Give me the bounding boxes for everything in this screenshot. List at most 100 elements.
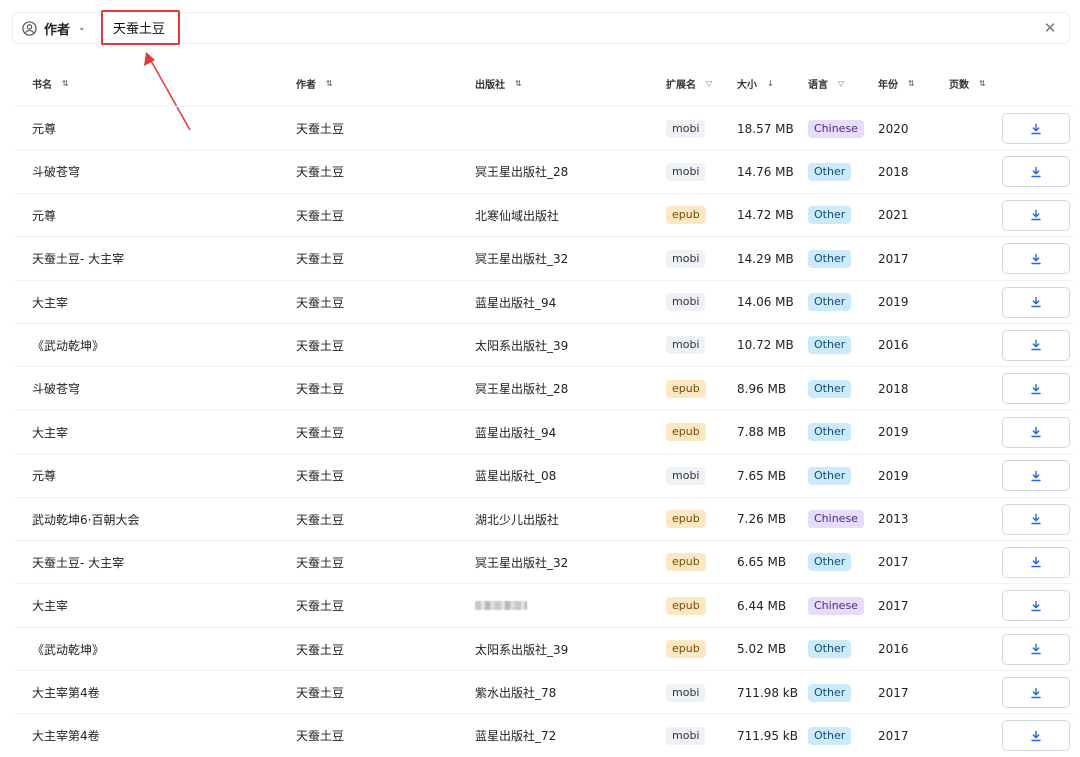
download-button[interactable] (1002, 113, 1070, 144)
column-header-label: 页数 (949, 80, 969, 91)
cell-author: 天蚕土豆 (296, 324, 344, 367)
cell-author: 天蚕土豆 (296, 584, 344, 627)
download-button[interactable] (1002, 156, 1070, 188)
cell-publisher: 蓝星出版社_72 (475, 714, 556, 757)
download-button[interactable] (1002, 199, 1070, 231)
search-input[interactable] (101, 10, 180, 45)
table-row[interactable]: 大主宰 天蚕土豆 蓝星出版社_94 epub 7.88 MB Other 2019 (14, 409, 1074, 454)
cell-year: 2019 (878, 454, 909, 497)
sort-icon[interactable]: ⇅ (979, 79, 986, 88)
cell-text: 天蚕土豆 (296, 382, 345, 397)
download-button[interactable] (1002, 720, 1070, 752)
cell-size: 14.76 MB (737, 150, 794, 193)
extension-badge: epub (666, 553, 706, 572)
table-row[interactable]: 元尊 天蚕土豆 北寒仙域出版社 epub 14.72 MB Other 2021 (14, 192, 1074, 237)
user-circle-icon (22, 20, 37, 36)
table-row[interactable]: 《武动乾坤》 天蚕土豆 太阳系出版社_39 mobi 10.72 MB Other 2016 (14, 322, 1074, 367)
close-icon[interactable]: ✕ (1041, 19, 1059, 37)
cell-author: 天蚕土豆 (296, 671, 344, 714)
sort-icon[interactable]: ⇅ (62, 79, 69, 88)
table-row[interactable]: 斗破苍穹 天蚕土豆 冥王星出版社_28 epub 8.96 MB Other 2018 (14, 366, 1074, 409)
table-row[interactable]: 天蚕土豆- 大主宰 天蚕土豆 冥王星出版社_32 epub 6.65 MB Other 20… (14, 539, 1074, 584)
column-header-label: 作者 (296, 80, 316, 91)
cell-text: 天蚕土豆 (296, 599, 345, 614)
column-header-author[interactable]: 作者 ⇅ (296, 76, 333, 91)
extension-badge: mobi (666, 119, 706, 138)
column-header-label: 出版社 (475, 80, 505, 91)
language-badge: Other (808, 249, 852, 268)
table-row[interactable]: 斗破苍穹 天蚕土豆 冥王星出版社_28 mobi 14.76 MB Other 2018 (14, 149, 1074, 192)
cell-publisher: 北寒仙域出版社 (475, 194, 559, 237)
sort-icon[interactable]: ⇅ (326, 79, 333, 88)
cell-lang: Other (808, 541, 852, 584)
table-row[interactable]: 大主宰第4卷 天蚕土豆 蓝星出版社_72 mobi 711.95 kB Other 2017 (14, 713, 1074, 756)
sort-icon[interactable]: ⇅ (515, 79, 522, 88)
cell-author: 天蚕土豆 (296, 150, 344, 193)
table-row[interactable]: 《武动乾坤》 天蚕土豆 太阳系出版社_39 epub 5.02 MB Other 2016 (14, 626, 1074, 670)
download-button[interactable] (1002, 546, 1070, 578)
table-row[interactable]: 天蚕土豆- 大主宰 天蚕土豆 冥王星出版社_32 mobi 14.29 MB Other 2… (14, 236, 1074, 279)
table-body: 元尊 天蚕土豆 mobi 18.57 MB Chinese 2020 斗破苍穹 天蚕土豆 冥王星… (14, 106, 1074, 757)
table-row[interactable]: 元尊 天蚕土豆 蓝星出版社_08 mobi 7.65 MB Other 2019 (14, 453, 1074, 496)
cell-ext: epub (666, 541, 706, 584)
table-row[interactable]: 大主宰第4卷 天蚕土豆 紫水出版社_78 mobi 711.98 kB Other 2017 (14, 670, 1074, 713)
extension-badge: mobi (666, 293, 706, 312)
column-header-pages[interactable]: 页数 ⇅ (949, 76, 986, 91)
column-header-size[interactable]: 大小 ↓ (737, 76, 774, 91)
cell-lang: Other (808, 367, 852, 410)
download-icon (1031, 730, 1041, 742)
download-button[interactable] (1002, 373, 1070, 405)
cell-size: 8.96 MB (737, 367, 786, 410)
download-button[interactable] (1002, 329, 1070, 361)
sort-icon[interactable]: ↓ (767, 79, 774, 88)
cell-text: 大主宰 (32, 295, 69, 310)
download-button[interactable] (1002, 286, 1070, 318)
download-button[interactable] (1002, 460, 1070, 492)
cell-text: 天蚕土豆 (296, 295, 345, 310)
cell-text: 冥王星出版社_28 (475, 382, 569, 397)
cell-publisher: 冥王星出版社_32 (475, 237, 568, 280)
cell-lang: Other (808, 411, 852, 454)
cell-lang: Other (808, 150, 852, 193)
cell-text: 天蚕土豆 (296, 469, 345, 484)
download-button[interactable] (1002, 503, 1070, 535)
column-header-year[interactable]: 年份 ⇅ (878, 76, 915, 91)
cell-text: 大主宰 (32, 599, 69, 614)
table-row[interactable]: 大主宰 天蚕土豆 epub 6.44 MB Chinese 2017 (14, 583, 1074, 626)
table-header: 书名 ⇅ 作者 ⇅ 出版社 ⇅ 扩展名 ▽ 大小 ↓ 语言 ▽ 年份 ⇅ 页数 ⇅ (0, 76, 1080, 98)
sort-icon[interactable]: ⇅ (908, 79, 915, 88)
cell-size: 6.44 MB (737, 584, 786, 627)
extension-badge: epub (666, 423, 706, 442)
cell-size: 10.72 MB (737, 324, 794, 367)
table-row[interactable]: 大主宰 天蚕土豆 蓝星出版社_94 mobi 14.06 MB Other 2019 (14, 279, 1074, 324)
cell-size: 711.95 kB (737, 714, 798, 757)
cell-text: 7.88 MB (737, 425, 787, 440)
download-button[interactable] (1002, 416, 1070, 448)
extension-badge: mobi (666, 466, 706, 485)
table-row[interactable]: 元尊 天蚕土豆 mobi 18.57 MB Chinese 2020 (14, 106, 1074, 149)
search-field-select[interactable]: 作者 ⌄ (13, 13, 93, 43)
cell-title: 《武动乾坤》 (32, 324, 104, 367)
cell-title: 斗破苍穹 (32, 367, 80, 410)
cell-text: 天蚕土豆 (296, 252, 345, 267)
cell-publisher: 蓝星出版社_94 (475, 281, 556, 324)
download-button[interactable] (1002, 590, 1070, 622)
download-icon (1031, 123, 1041, 134)
download-button[interactable] (1002, 633, 1070, 665)
filter-icon[interactable]: ▽ (838, 79, 844, 88)
cell-ext: mobi (666, 150, 706, 193)
cell-text: 元尊 (32, 122, 57, 136)
cell-text: 2021 (878, 208, 909, 223)
download-button[interactable] (1002, 677, 1070, 709)
language-badge: Other (808, 640, 852, 659)
download-button[interactable] (1002, 243, 1070, 275)
table-row[interactable]: 武动乾坤6·百朝大会 天蚕土豆 湖北少儿出版社 epub 7.26 MB Chinese 2… (14, 496, 1074, 540)
column-header-ext[interactable]: 扩展名 ▽ (666, 76, 712, 91)
column-header-publisher[interactable]: 出版社 ⇅ (475, 76, 522, 91)
filter-icon[interactable]: ▽ (706, 79, 712, 88)
column-header-title[interactable]: 书名 ⇅ (32, 76, 69, 91)
cell-text: 711.95 kB (737, 728, 798, 743)
cell-text: 2018 (878, 164, 909, 179)
column-header-lang[interactable]: 语言 ▽ (808, 76, 844, 91)
cell-text: 蓝星出版社_94 (475, 295, 557, 310)
